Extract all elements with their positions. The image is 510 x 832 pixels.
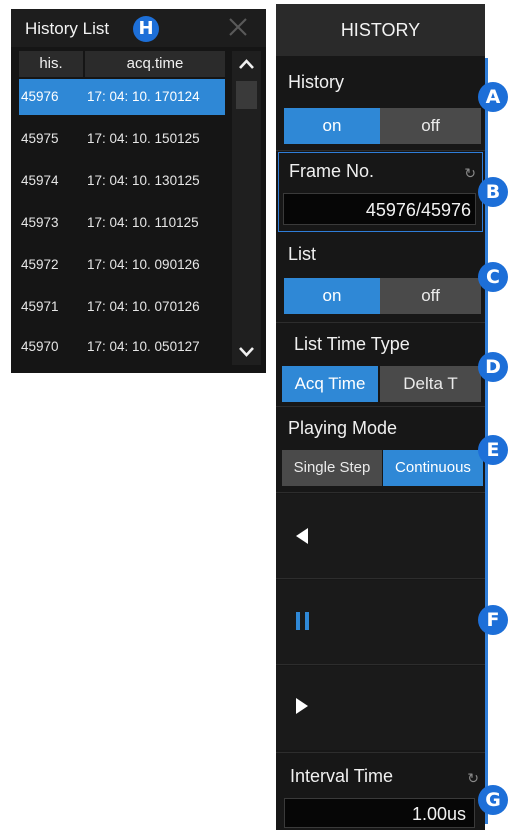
history-on-button[interactable]: on (284, 108, 380, 144)
callout-badge-a: A (478, 82, 508, 112)
divider (276, 578, 485, 579)
playing-mode-label: Playing Mode (288, 418, 398, 438)
callout-badge-c: C (478, 262, 508, 292)
chevron-up-icon[interactable] (232, 51, 261, 77)
callout-badge-b: B (478, 177, 508, 207)
chevron-down-icon[interactable] (232, 339, 261, 365)
frame-no-section[interactable]: Frame No. ↻ 45976/45976 (278, 152, 483, 232)
refresh-icon: ↻ (467, 770, 479, 786)
table-row[interactable]: 45973 17: 04: 10. 110125 (19, 205, 225, 241)
list-off-button[interactable]: off (380, 278, 481, 314)
row-his: 45972 (21, 257, 59, 272)
history-list-window: History List H his. acq.time 45976 17: 0… (11, 9, 266, 373)
divider (276, 752, 485, 753)
callout-badge-e: E (478, 435, 508, 465)
history-menu-panel: HISTORY History on off Frame No. ↻ 45976… (276, 4, 485, 830)
row-his: 45973 (21, 215, 59, 230)
callout-badge-g: G (478, 785, 508, 815)
chevron-up-icon-svg (239, 59, 254, 69)
table-row[interactable]: 45971 17: 04: 10. 070126 (19, 289, 225, 325)
list-label: List (288, 244, 317, 264)
divider (276, 664, 485, 665)
row-his: 45976 (21, 89, 59, 104)
table-row[interactable]: 45970 17: 04: 10. 050127 (19, 329, 225, 365)
callout-badge-f: F (478, 605, 508, 635)
divider (276, 322, 485, 323)
play-backward-button[interactable] (276, 494, 485, 578)
table-row[interactable]: 45975 17: 04: 10. 150125 (19, 121, 225, 157)
history-label: History (288, 72, 345, 92)
delta-t-button[interactable]: Delta T (380, 366, 481, 402)
history-list-titlebar[interactable]: History List H (11, 9, 266, 47)
row-time: 17: 04: 10. 110125 (87, 215, 199, 230)
divider (276, 492, 485, 493)
table-row[interactable]: 45974 17: 04: 10. 130125 (19, 163, 225, 199)
table-row[interactable]: 45976 17: 04: 10. 170124 (19, 79, 225, 115)
play-forward-icon (296, 698, 308, 714)
history-list-title: History List (25, 19, 110, 38)
frame-no-label: Frame No. (289, 161, 375, 181)
list-on-button[interactable]: on (284, 278, 380, 314)
menu-title: HISTORY (276, 4, 485, 56)
column-header-acq-time[interactable]: acq.time (85, 51, 225, 77)
acq-time-button[interactable]: Acq Time (282, 366, 378, 402)
chevron-down-icon-svg (239, 347, 254, 357)
list-time-type-label: List Time Type (294, 334, 410, 354)
row-his: 45971 (21, 299, 59, 314)
row-time: 17: 04: 10. 050127 (87, 339, 200, 354)
column-header-his[interactable]: his. (19, 51, 83, 77)
play-forward-button[interactable] (276, 666, 485, 750)
row-his: 45975 (21, 131, 59, 146)
pause-button[interactable] (276, 580, 485, 664)
pause-icon (296, 612, 309, 630)
divider (276, 406, 485, 407)
callout-badge-h: H (133, 16, 159, 42)
continuous-button[interactable]: Continuous (383, 450, 483, 486)
row-time: 17: 04: 10. 130125 (87, 173, 200, 188)
callout-badge-d: D (478, 352, 508, 382)
row-time: 17: 04: 10. 090126 (87, 257, 200, 272)
row-time: 17: 04: 10. 070126 (87, 299, 200, 314)
play-backward-icon (296, 528, 308, 544)
divider (276, 150, 485, 151)
row-his: 45974 (21, 173, 59, 188)
scrollbar-thumb[interactable] (236, 81, 257, 109)
interval-time-label: Interval Time (290, 766, 394, 786)
table-row[interactable]: 45972 17: 04: 10. 090126 (19, 247, 225, 283)
single-step-button[interactable]: Single Step (282, 450, 382, 486)
close-icon[interactable] (224, 13, 252, 41)
frame-no-field[interactable]: 45976/45976 (283, 193, 476, 225)
refresh-icon: ↻ (464, 165, 476, 181)
close-icon-svg (229, 18, 247, 36)
row-his: 45970 (21, 339, 59, 354)
interval-time-field[interactable]: 1.00us (284, 798, 475, 828)
row-time: 17: 04: 10. 150125 (87, 131, 200, 146)
row-time: 17: 04: 10. 170124 (87, 89, 200, 104)
history-off-button[interactable]: off (380, 108, 481, 144)
